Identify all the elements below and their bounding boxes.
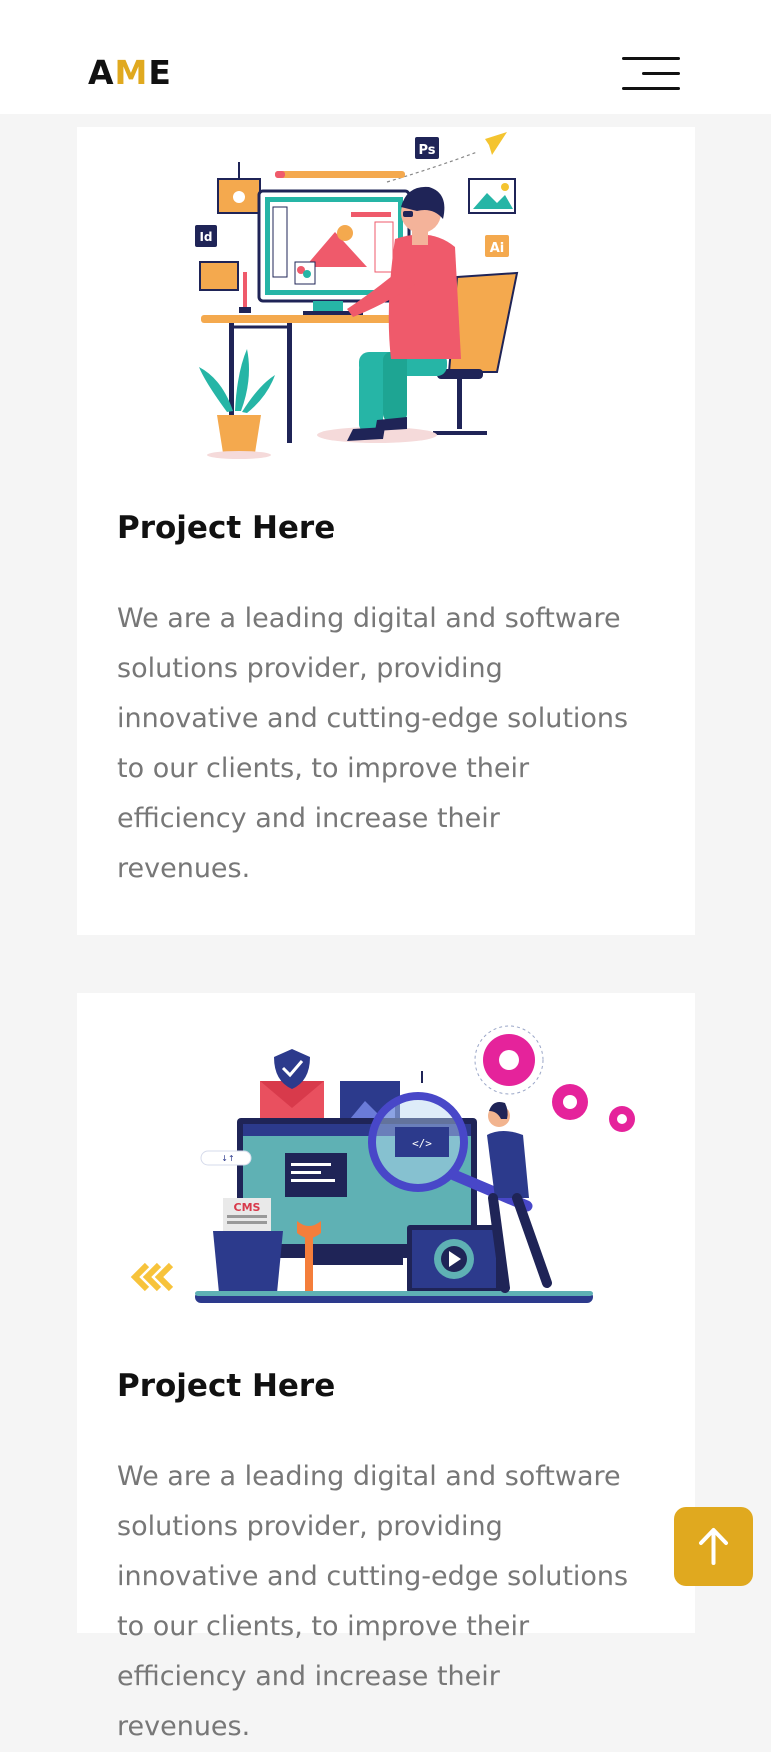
svg-text:Ai: Ai: [490, 241, 505, 256]
project-description: We are a leading digital and software so…: [117, 1461, 629, 1742]
svg-text:Ps: Ps: [418, 143, 435, 158]
project-card[interactable]: CMS ↓↑ </> Project Here We are a leading…: [77, 993, 695, 1742]
logo-prefix: A: [88, 53, 115, 92]
svg-text:↓↑: ↓↑: [221, 1154, 234, 1163]
site-header: AME: [0, 0, 771, 114]
logo-accent: M: [114, 53, 149, 92]
web-development-illustration: CMS ↓↑ </>: [130, 1025, 635, 1303]
hamburger-menu-icon[interactable]: [622, 54, 684, 94]
arrow-up-icon: [699, 1528, 728, 1565]
project-description: We are a leading digital and software so…: [117, 603, 629, 884]
project-card[interactable]: Ps Ai Id Project Here We are a leading d…: [77, 127, 695, 935]
project-title: Project Here: [117, 510, 336, 546]
designer-at-desk-illustration: Ps Ai Id: [195, 132, 519, 459]
scroll-to-top-button[interactable]: [674, 1507, 753, 1586]
svg-text:</>: </>: [412, 1137, 432, 1150]
svg-text:CMS: CMS: [234, 1201, 261, 1214]
logo[interactable]: AME: [88, 56, 172, 89]
svg-text:Id: Id: [199, 230, 212, 244]
project-title: Project Here: [117, 1368, 336, 1404]
logo-suffix: E: [148, 53, 172, 92]
